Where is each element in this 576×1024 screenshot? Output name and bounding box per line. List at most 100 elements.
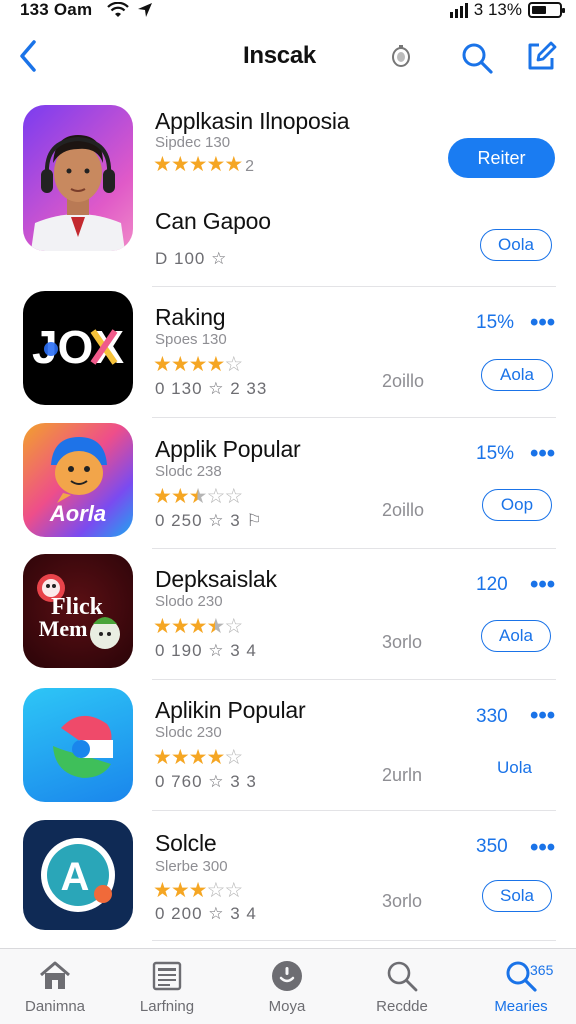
aorla-logo-text: Aorla: [49, 501, 106, 526]
tab-label: Moya: [268, 998, 306, 1015]
tab-label: Mearies: [494, 998, 548, 1015]
cartoon-characters-icon: Flick Mem: [37, 574, 120, 649]
app-subtitle: Sipdec 130: [155, 134, 231, 151]
app-percent: 15%: [476, 312, 515, 333]
more-options-icon[interactable]: •••: [530, 573, 555, 597]
star-filled-icon: ★: [188, 879, 208, 902]
app-size: 3orlo: [382, 891, 423, 911]
mem-logo-text: Mem: [39, 616, 88, 641]
a-logo-text: A: [61, 855, 90, 899]
star-filled-icon: ★: [153, 153, 172, 176]
tab-learning[interactable]: Larfning: [112, 957, 222, 1021]
star-empty-icon: ☆: [224, 746, 243, 769]
list-item[interactable]: Flick Mem Depksaislak Slodo 230 ★★★★☆ 0 …: [0, 549, 576, 680]
list-item[interactable]: Aplikin Popular Slodc 230 ★★★★☆ 0 760 ☆ …: [0, 680, 576, 811]
tab-recent[interactable]: Recdde: [347, 957, 457, 1021]
app-percent: 350: [476, 836, 508, 857]
app-name: Aplikin Popular: [155, 697, 306, 723]
star-filled-icon: ★: [153, 485, 172, 508]
app-meta: 0 130 ☆ 2 33: [155, 379, 268, 398]
games-icon: [272, 961, 302, 991]
tab-search-active[interactable]: Mearies: [466, 957, 576, 1021]
list-item[interactable]: Aorla Applik Popular Slodc 238 ★★★☆☆ 0 2…: [0, 418, 576, 549]
more-options-icon[interactable]: •••: [530, 836, 555, 860]
open-button[interactable]: Sola: [482, 880, 552, 912]
list-item[interactable]: Applkasin Ilnoposia Sipdec 130 ★★★★★ 2 Ca…: [0, 100, 576, 287]
cartoon-face-icon: Aorla: [49, 437, 107, 526]
app-percent: 330: [476, 706, 508, 727]
star-half-icon: ★: [206, 615, 225, 638]
open-button[interactable]: Aola: [481, 359, 553, 391]
search-icon[interactable]: [460, 41, 494, 75]
app-name: Solcle: [155, 830, 217, 856]
star-filled-icon: ★: [170, 879, 190, 902]
nav-bar: Inscak: [0, 30, 576, 86]
app-name: Raking: [155, 304, 226, 330]
open-button[interactable]: Uola: [497, 758, 532, 778]
get-button[interactable]: Reiter: [448, 138, 555, 178]
more-options-icon[interactable]: •••: [530, 704, 555, 728]
rating-stars: ★★★★☆: [153, 615, 243, 638]
tab-label: Larfning: [139, 998, 195, 1015]
app-icon-portrait: [23, 105, 133, 251]
app-meta: 0 200 ☆ 3 4: [155, 904, 257, 923]
battery-icon: [528, 2, 565, 18]
app-name: Applkasin Ilnoposia: [155, 108, 350, 134]
star-empty-icon: ☆: [224, 879, 243, 902]
home-icon: [40, 961, 70, 989]
back-chevron-icon[interactable]: [14, 36, 44, 76]
battery-text: 3 13%: [473, 0, 522, 19]
app-secondary-name: Can Gapoo: [155, 208, 271, 234]
tab-home[interactable]: Danimna: [0, 957, 110, 1021]
app-size: 3orlo: [382, 632, 423, 652]
more-options-icon[interactable]: •••: [530, 442, 555, 466]
compose-icon[interactable]: [524, 39, 558, 73]
app-size: 2oillo: [382, 371, 425, 391]
star-filled-icon: ★: [170, 615, 190, 638]
app-name: Applik Popular: [155, 436, 301, 462]
star-filled-icon: ★: [224, 153, 243, 176]
rating-stars: ★★★★☆: [153, 746, 243, 769]
app-meta: 0 760 ☆ 3 3: [155, 772, 257, 791]
star-filled-icon: ★: [188, 153, 208, 176]
search-icon: [387, 961, 418, 992]
news-icon: [152, 961, 182, 991]
star-empty-icon: ☆: [206, 485, 225, 508]
star-filled-icon: ★: [188, 615, 208, 638]
app-percent: 15%: [476, 443, 515, 464]
open-button[interactable]: Oop: [482, 489, 552, 521]
divider: [152, 940, 556, 941]
open-button[interactable]: Oola: [480, 229, 552, 261]
rating-stars: ★★★☆☆: [153, 879, 243, 902]
star-filled-icon: ★: [188, 353, 208, 376]
app-size: 2urln: [382, 765, 423, 785]
app-icon-aorla: Aorla: [23, 423, 133, 537]
timer-icon[interactable]: [390, 44, 412, 68]
star-filled-icon: ★: [206, 746, 225, 769]
status-left-icons: [107, 2, 153, 18]
app-size: 2oillo: [382, 500, 425, 520]
list-item[interactable]: JOX Raking Spoes 130 ★★★★☆ 0 130 ☆ 2 33 …: [0, 287, 576, 418]
signal-icon: [449, 2, 468, 18]
star-filled-icon: ★: [153, 353, 172, 376]
rating-stars: ★★★★☆: [153, 353, 243, 376]
star-empty-icon: ☆: [206, 879, 225, 902]
open-button[interactable]: Aola: [481, 620, 551, 652]
star-filled-icon: ★: [153, 615, 172, 638]
tab-label: Danimna: [24, 998, 86, 1015]
jox-logo-icon: JOX: [32, 321, 124, 373]
tab-label: Recdde: [376, 998, 428, 1015]
app-percent: 120: [476, 574, 508, 595]
app-meta: D 100 ☆: [155, 249, 228, 268]
more-options-icon[interactable]: •••: [530, 311, 555, 335]
swirl-logo-icon: [53, 715, 113, 778]
app-subtitle: Slodc 238: [155, 463, 222, 480]
app-name: Depksaislak: [155, 566, 277, 592]
status-bar: 133 Oam 3 13%: [0, 0, 576, 26]
list-item[interactable]: A Solcle Slerbe 300 ★★★☆☆ 0 200 ☆ 3 4 3o…: [0, 811, 576, 941]
location-icon: [138, 3, 152, 17]
app-subtitle: Slerbe 300: [155, 858, 228, 875]
app-icon-swirl: [23, 688, 133, 802]
tab-games[interactable]: Moya: [232, 957, 342, 1021]
star-filled-icon: ★: [153, 879, 172, 902]
